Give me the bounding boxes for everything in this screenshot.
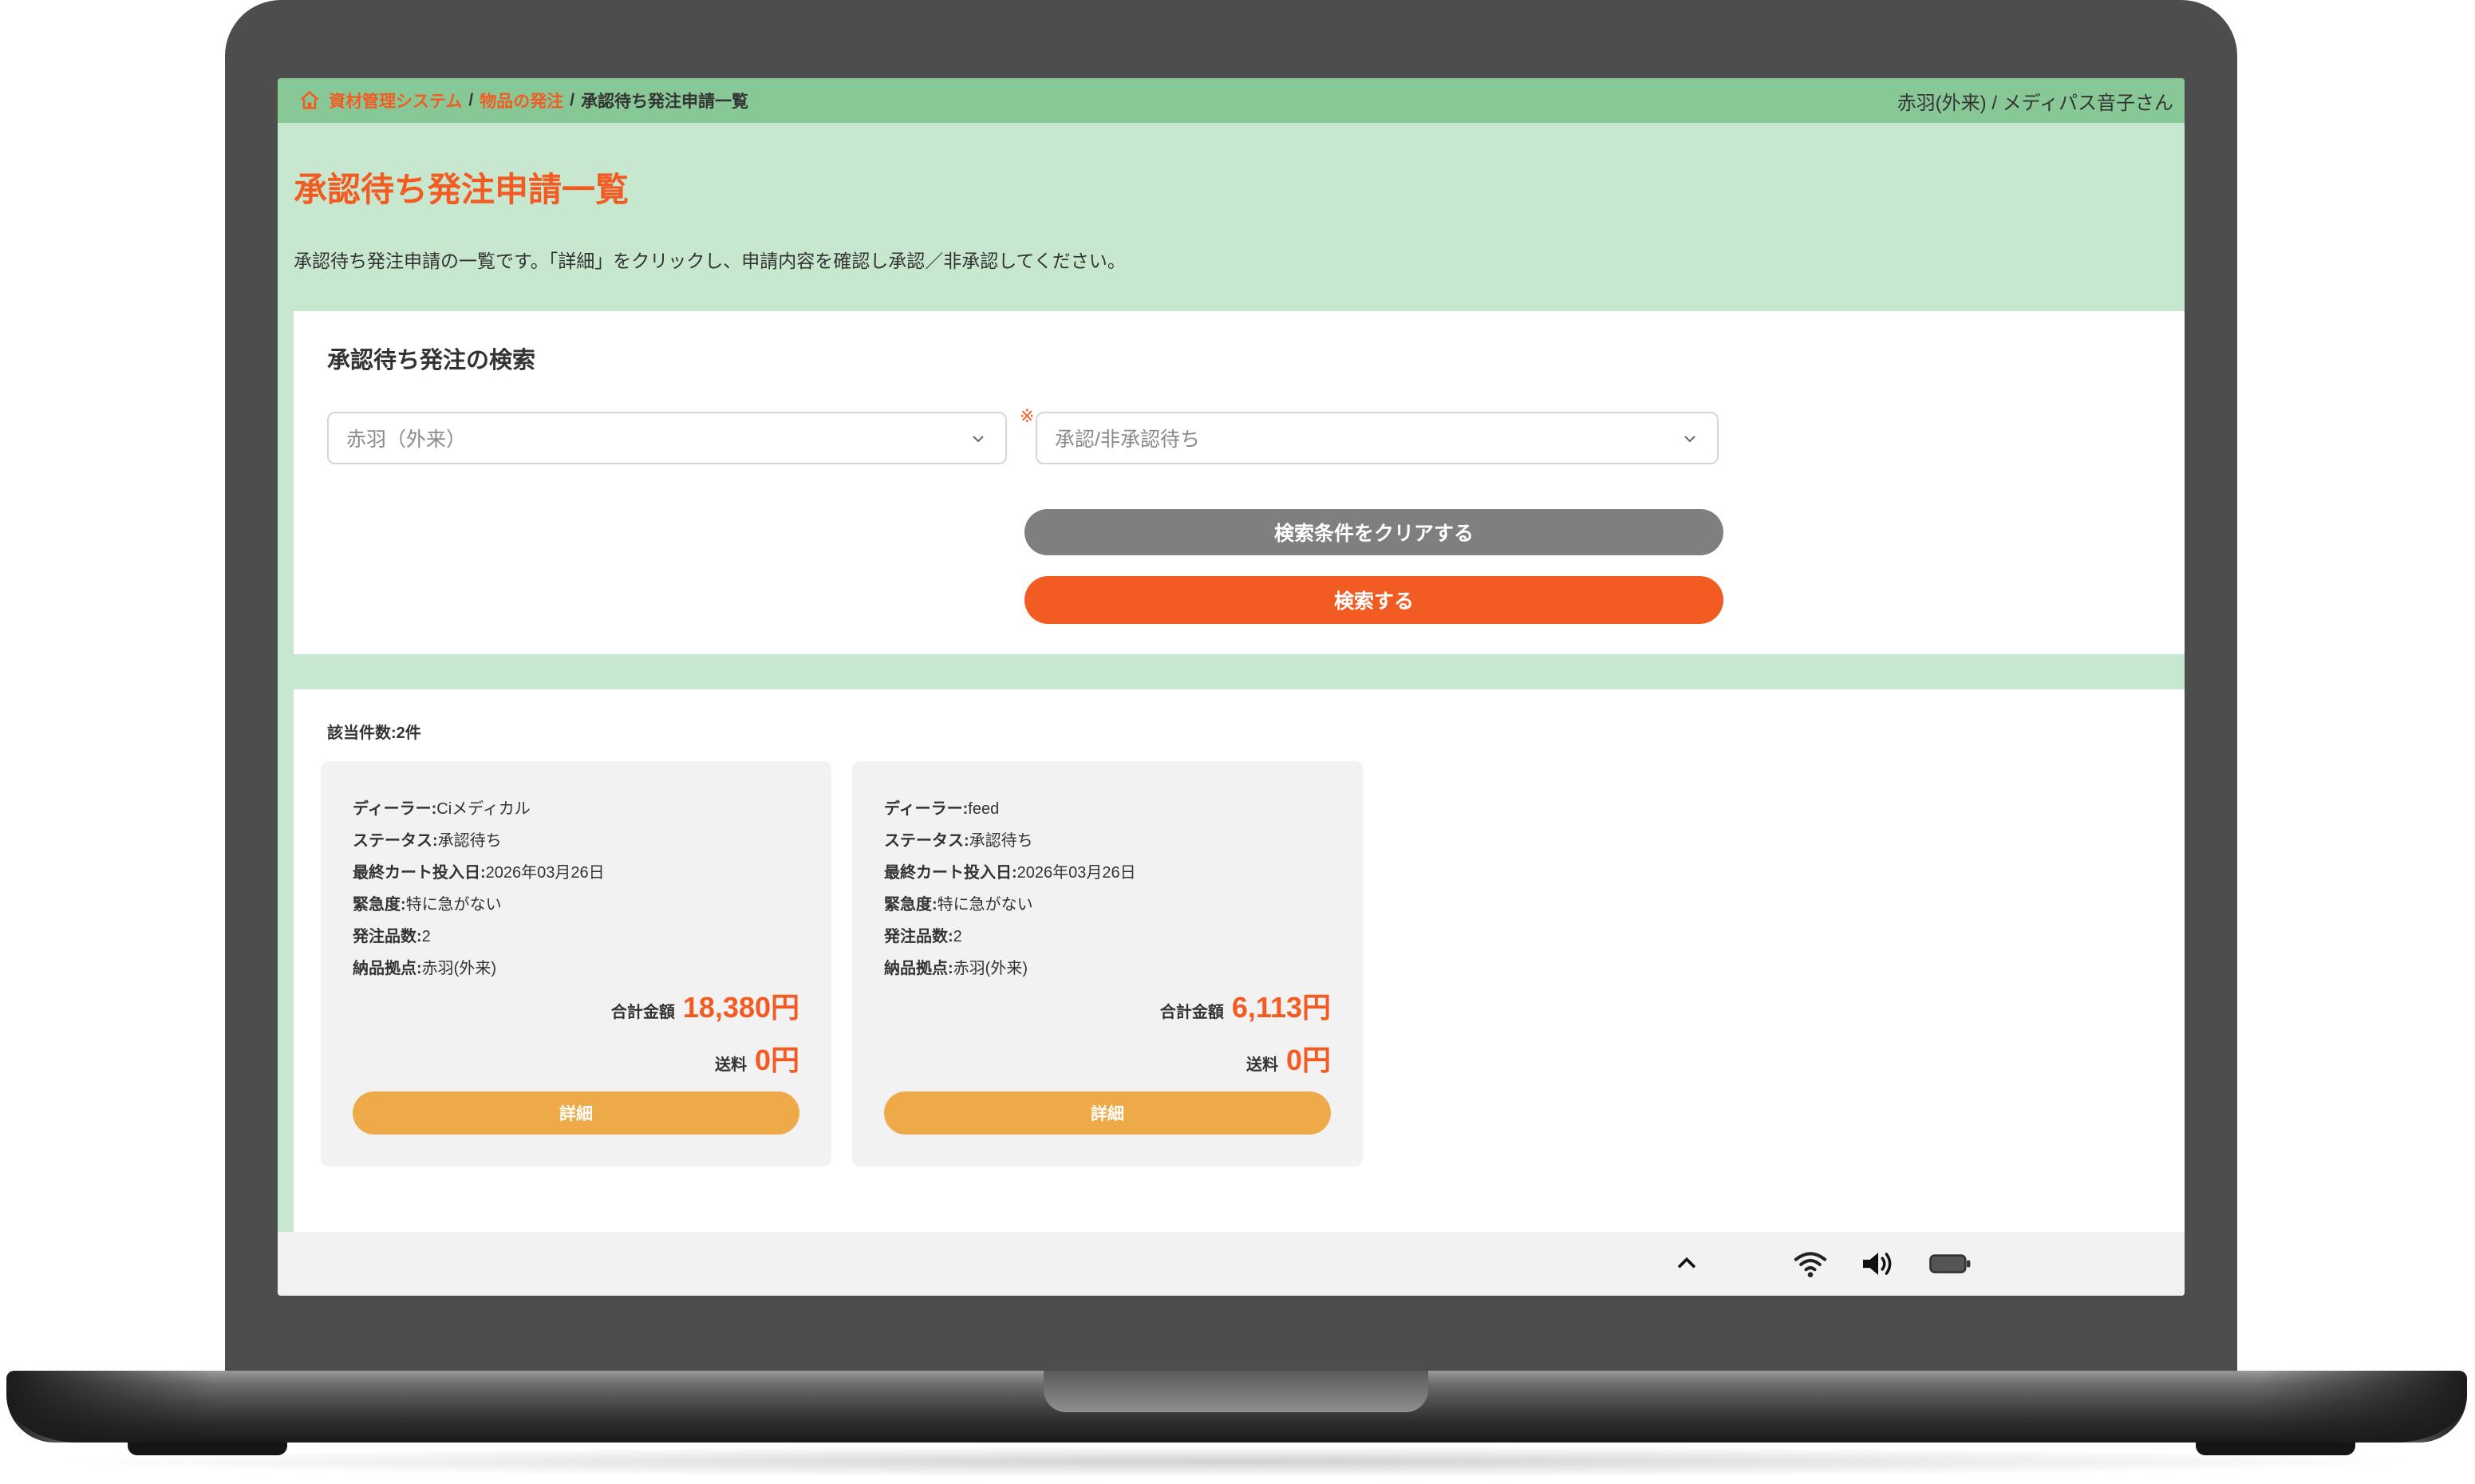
- screen: 資材管理システム / 物品の発注 / 承認待ち発注申請一覧 赤羽(外来) / メ…: [278, 78, 2185, 1296]
- breadcrumb-current: 承認待ち発注申請一覧: [581, 93, 749, 111]
- status-label: ステータス:: [353, 832, 438, 850]
- wifi-icon[interactable]: [1792, 1248, 1829, 1280]
- order-details: ディーラー:feed ステータス:承認待ち 最終カート投入日:2026年03月2…: [884, 793, 1136, 985]
- breadcrumb-separator: /: [468, 91, 474, 109]
- status-line: ステータス:承認待ち: [353, 825, 605, 857]
- order-card: ディーラー:Ciメディカル ステータス:承認待ち 最終カート投入日:2026年0…: [321, 761, 831, 1166]
- status-value: 承認待ち: [969, 832, 1033, 850]
- dealer-line: ディーラー:feed: [884, 793, 1136, 825]
- total-label: 合計金額: [610, 1004, 675, 1021]
- status-line: ステータス:承認待ち: [884, 825, 1136, 857]
- urgency-label: 緊急度:: [353, 896, 406, 914]
- volume-icon[interactable]: [1859, 1248, 1897, 1280]
- location-line: 納品拠点:赤羽(外来): [353, 953, 605, 985]
- date-value: 2026年03月26日: [1016, 864, 1136, 882]
- breadcrumb-separator: /: [570, 91, 575, 109]
- order-details: ディーラー:Ciメディカル ステータス:承認待ち 最終カート投入日:2026年0…: [353, 793, 605, 985]
- dealer-label: ディーラー:: [353, 800, 437, 818]
- home-icon[interactable]: [298, 89, 321, 112]
- search-button[interactable]: 検索する: [1024, 576, 1723, 624]
- laptop-foot-right: [2196, 1443, 2355, 1455]
- urgency-label: 緊急度:: [884, 896, 938, 914]
- items-label: 発注品数:: [353, 928, 422, 945]
- shipping-fee: 送料 0円: [715, 1037, 799, 1079]
- urgency-value: 特に急がない: [405, 896, 502, 914]
- date-label: 最終カート投入日:: [353, 864, 486, 882]
- total-amount: 合計金額 6,113円: [1160, 985, 1331, 1026]
- urgency-line: 緊急度:特に急がない: [884, 889, 1136, 921]
- battery-icon[interactable]: [1928, 1248, 1972, 1280]
- required-mark: ※: [1020, 407, 1035, 427]
- result-count: 該当件数:2件: [327, 724, 421, 742]
- page-title: 承認待ち発注申請一覧: [294, 171, 630, 208]
- location-value: 赤羽(外来): [953, 960, 1028, 977]
- date-line: 最終カート投入日:2026年03月26日: [353, 857, 605, 889]
- total-amount: 合計金額 18,380円: [611, 985, 799, 1026]
- search-panel: 承認待ち発注の検索 赤羽（外来） ※ 承認/非承認待ち 検索条件をクリアする 検…: [294, 311, 2185, 654]
- breadcrumb: 資材管理システム / 物品の発注 / 承認待ち発注申請一覧: [298, 88, 748, 113]
- shipping-label: 送料: [714, 1056, 747, 1074]
- date-value: 2026年03月26日: [485, 864, 605, 882]
- location-line: 納品拠点:赤羽(外来): [884, 953, 1136, 985]
- shipping-label: 送料: [1245, 1056, 1278, 1074]
- location-label: 納品拠点:: [884, 960, 953, 977]
- items-label: 発注品数:: [884, 928, 953, 945]
- location-value: 赤羽(外来): [421, 960, 496, 977]
- dealer-value: feed: [968, 800, 1000, 818]
- laptop-notch: [1044, 1371, 1428, 1412]
- search-title: 承認待ち発注の検索: [327, 348, 536, 373]
- dealer-line: ディーラー:Ciメディカル: [353, 793, 605, 825]
- total-label: 合計金額: [1159, 1004, 1224, 1021]
- chevron-down-icon: [973, 436, 984, 443]
- location-select[interactable]: 赤羽（外来）: [327, 412, 1007, 464]
- date-label: 最終カート投入日:: [884, 864, 1017, 882]
- chevron-down-icon: [1684, 436, 1695, 443]
- total-value: 6,113円: [1231, 991, 1331, 1024]
- breadcrumb-parent-link[interactable]: 物品の発注: [480, 89, 563, 112]
- page-description: 承認待ち発注申請の一覧です。「詳細」をクリックし、申請内容を確認し承認／非承認し…: [294, 251, 1126, 271]
- laptop-base-shade-left: [6, 1371, 214, 1443]
- user-name[interactable]: 赤羽(外来) / メディパス音子さん: [1897, 88, 2173, 114]
- items-value: 2: [421, 928, 431, 945]
- items-value: 2: [953, 928, 962, 945]
- total-value: 18,380円: [682, 991, 799, 1024]
- status-label: ステータス:: [884, 832, 969, 850]
- urgency-value: 特に急がない: [937, 896, 1033, 914]
- shipping-value: 0円: [1285, 1044, 1331, 1076]
- header-bar: 資材管理システム / 物品の発注 / 承認待ち発注申請一覧 赤羽(外来) / メ…: [278, 78, 2185, 123]
- detail-button[interactable]: 詳細: [353, 1091, 799, 1135]
- laptop-shadow: [32, 1446, 2441, 1478]
- breadcrumb-home-link[interactable]: 資材管理システム: [329, 89, 462, 112]
- location-label: 納品拠点:: [353, 960, 422, 977]
- taskbar: [278, 1232, 2185, 1296]
- clear-search-button[interactable]: 検索条件をクリアする: [1024, 509, 1723, 555]
- items-line: 発注品数:2: [353, 921, 605, 953]
- date-line: 最終カート投入日:2026年03月26日: [884, 857, 1136, 889]
- location-select-value: 赤羽（外来）: [346, 428, 467, 451]
- status-select[interactable]: 承認/非承認待ち: [1036, 412, 1719, 464]
- results-panel: 該当件数:2件 ディーラー:Ciメディカル ステータス:承認待ち 最終カート投入…: [294, 689, 2185, 1232]
- shipping-value: 0円: [754, 1044, 799, 1076]
- status-select-value: 承認/非承認待ち: [1055, 428, 1200, 451]
- order-card: ディーラー:feed ステータス:承認待ち 最終カート投入日:2026年03月2…: [852, 761, 1363, 1166]
- urgency-line: 緊急度:特に急がない: [353, 889, 605, 921]
- status-value: 承認待ち: [437, 832, 502, 850]
- items-line: 発注品数:2: [884, 921, 1136, 953]
- detail-button[interactable]: 詳細: [884, 1091, 1331, 1135]
- shipping-fee: 送料 0円: [1246, 1037, 1331, 1079]
- dealer-label: ディーラー:: [884, 800, 969, 818]
- chevron-up-icon[interactable]: [1671, 1248, 1703, 1280]
- laptop-base-shade-right: [2260, 1371, 2467, 1443]
- dealer-value: Ciメディカル: [436, 800, 531, 818]
- laptop-foot-left: [128, 1443, 287, 1455]
